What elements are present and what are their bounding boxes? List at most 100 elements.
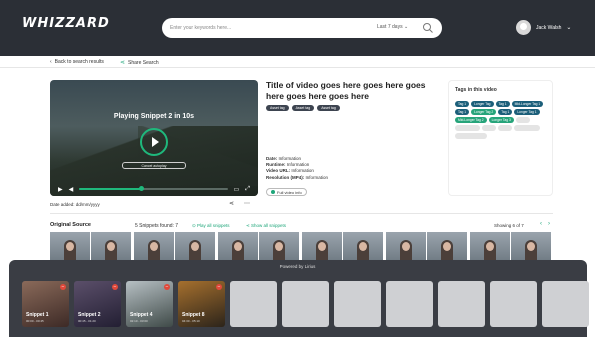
source-thumbnail[interactable] [218,232,258,262]
source-thumbnail[interactable] [386,232,426,262]
search-bar[interactable]: Last 7 days ⌄ [162,18,442,38]
snippet-label: Snippet 1 [26,312,49,318]
tag-chip[interactable]: Tag 1 [498,125,513,131]
empty-snippet-slot[interactable] [282,281,329,327]
chevron-right-icon[interactable]: › [548,221,550,227]
show-all-label: Show all snippets [251,223,287,228]
snippet-card[interactable]: − Snippet 1 00:00 - 00:45 [22,281,69,327]
source-thumbnail[interactable] [470,232,510,262]
source-thumbnail[interactable] [91,232,131,262]
play-all-label: Play all snippets [197,223,230,228]
source-thumbnail-group[interactable] [50,232,131,262]
source-thumbnail-group[interactable] [134,232,215,262]
chevron-left-icon: ‹ [50,59,52,65]
tag-chip[interactable]: Tag 1 [482,125,497,131]
source-thumbnail-group[interactable] [218,232,299,262]
search-input[interactable] [170,25,320,31]
progress-bar[interactable] [79,186,228,191]
tag-chip[interactable]: Longer Tag 1 [514,125,540,131]
cancel-autoplay-button[interactable]: Cancel autoplay [122,162,186,169]
search-icon[interactable] [422,22,434,34]
empty-snippet-slot[interactable] [438,281,485,327]
full-info-label: Full video info [277,189,302,195]
tag-chip[interactable]: Longer Tag 3 [488,117,514,123]
remove-icon[interactable]: − [112,284,118,290]
metadata-row: Resolution (MP4): Information [266,175,328,181]
video-title: Title of video goes here goes here goes … [266,80,426,101]
play-button[interactable] [140,128,168,156]
remove-icon[interactable]: − [216,284,222,290]
tag-chip[interactable]: Tag 1 [498,109,513,115]
date-range-select[interactable]: Last 7 days ⌄ [377,24,408,30]
snippets-found-count: 5 Snippets found: 7 [135,223,179,229]
share-search-label: Share Search [128,59,159,66]
snippet-card[interactable]: − Snippet 4 02:10 - 03:00 [126,281,173,327]
tag-chip[interactable]: Mid-Longer Tag 2 [455,117,487,123]
user-menu[interactable]: Jack Walsh ⌄ [516,20,571,35]
autoplay-message: Playing Snippet 2 in 10s [113,113,195,120]
source-thumbnail[interactable] [302,232,342,262]
source-thumbnail-group[interactable] [470,232,551,262]
tag-chip[interactable]: Longer Tag 1 [514,109,540,115]
source-thumbnail[interactable] [50,232,90,262]
remove-icon[interactable]: − [60,284,66,290]
snippet-label: Snippet 8 [182,312,205,318]
video-controls: ▶ ◀ ▭ ⤢ [50,182,258,196]
source-thumbnail[interactable] [511,232,551,262]
snippet-time: 00:00 - 00:45 [26,319,44,323]
source-thumbnail-group[interactable] [302,232,383,262]
tag-chip[interactable]: Longer Tag 1 [455,125,481,131]
source-thumbnail[interactable] [175,232,215,262]
empty-snippet-slot[interactable] [334,281,381,327]
play-all-snippets-button[interactable]: ⊙ Play all snippets [192,223,230,229]
video-player[interactable]: Playing Snippet 2 in 10s Cancel autoplay… [50,80,258,196]
tag-chip[interactable]: Longer Tag [471,101,494,107]
asset-tag[interactable]: Asset tag [317,105,340,111]
tag-chip[interactable]: Tag 1 [455,101,470,107]
metadata-value: Information [277,156,302,161]
snippet-card[interactable]: − Snippet 8 04:30 - 05:10 [178,281,225,327]
thumbnail-face [107,242,115,251]
empty-snippet-slot[interactable] [230,281,277,327]
remove-icon[interactable]: − [164,284,170,290]
captions-icon[interactable]: ▭ [234,186,240,193]
source-thumbnail[interactable] [134,232,174,262]
empty-snippet-slot[interactable] [386,281,433,327]
more-icon[interactable]: ⋯ [244,200,250,207]
chevron-down-icon: ⌄ [403,24,409,30]
volume-icon[interactable]: ◀ [69,186,74,193]
metadata-key: Resolution (MP4): [266,174,305,180]
chevron-left-icon[interactable]: ‹ [540,221,542,227]
snippet-card[interactable]: − Snippet 2 00:45 - 01:20 [74,281,121,327]
tag-chip[interactable]: Mid-Longer Tag 3 [455,133,487,139]
empty-snippet-slot[interactable] [490,281,537,327]
back-link[interactable]: ‹ Back to search results [50,59,104,65]
thumbnail-face [527,242,535,251]
source-thumbnail[interactable] [427,232,467,262]
top-header: WHIZZARD Last 7 days ⌄ Jack Walsh ⌄ [0,0,595,56]
fullscreen-icon[interactable]: ⤢ [245,186,250,193]
back-label: Back to search results [54,59,104,65]
tag-chip[interactable]: Tag 1 [455,109,470,115]
share-search-button[interactable]: ⋖ Share Search [120,59,159,67]
tag-chip[interactable]: Tag 1 [515,117,530,123]
progress-knob[interactable] [139,186,145,191]
tag-chip[interactable]: Mid-Longer Tag 1 [511,101,544,107]
empty-snippet-slot[interactable] [542,281,589,327]
metadata-key: Video URL: [266,168,291,174]
thumbnail-face [359,242,367,251]
share-icon[interactable]: ⋖ [229,200,234,207]
asset-tag[interactable]: Asset tag [291,105,315,111]
full-video-info-button[interactable]: Full video info [266,188,307,196]
play-icon[interactable]: ▶ [58,186,63,193]
show-all-snippets-button[interactable]: ⋖ Show all snippets [246,223,286,229]
divider [50,213,553,214]
source-thumbnail[interactable] [259,232,299,262]
tag-chip[interactable]: Tag 1 [495,101,510,107]
asset-tag[interactable]: Asset tag [266,105,289,111]
source-thumbnail[interactable] [343,232,383,262]
tag-chip[interactable]: Longer Tag 2 [471,109,497,115]
metadata-value: Information [285,162,310,168]
logo[interactable]: WHIZZARD [22,16,110,31]
source-thumbnail-group[interactable] [386,232,467,262]
